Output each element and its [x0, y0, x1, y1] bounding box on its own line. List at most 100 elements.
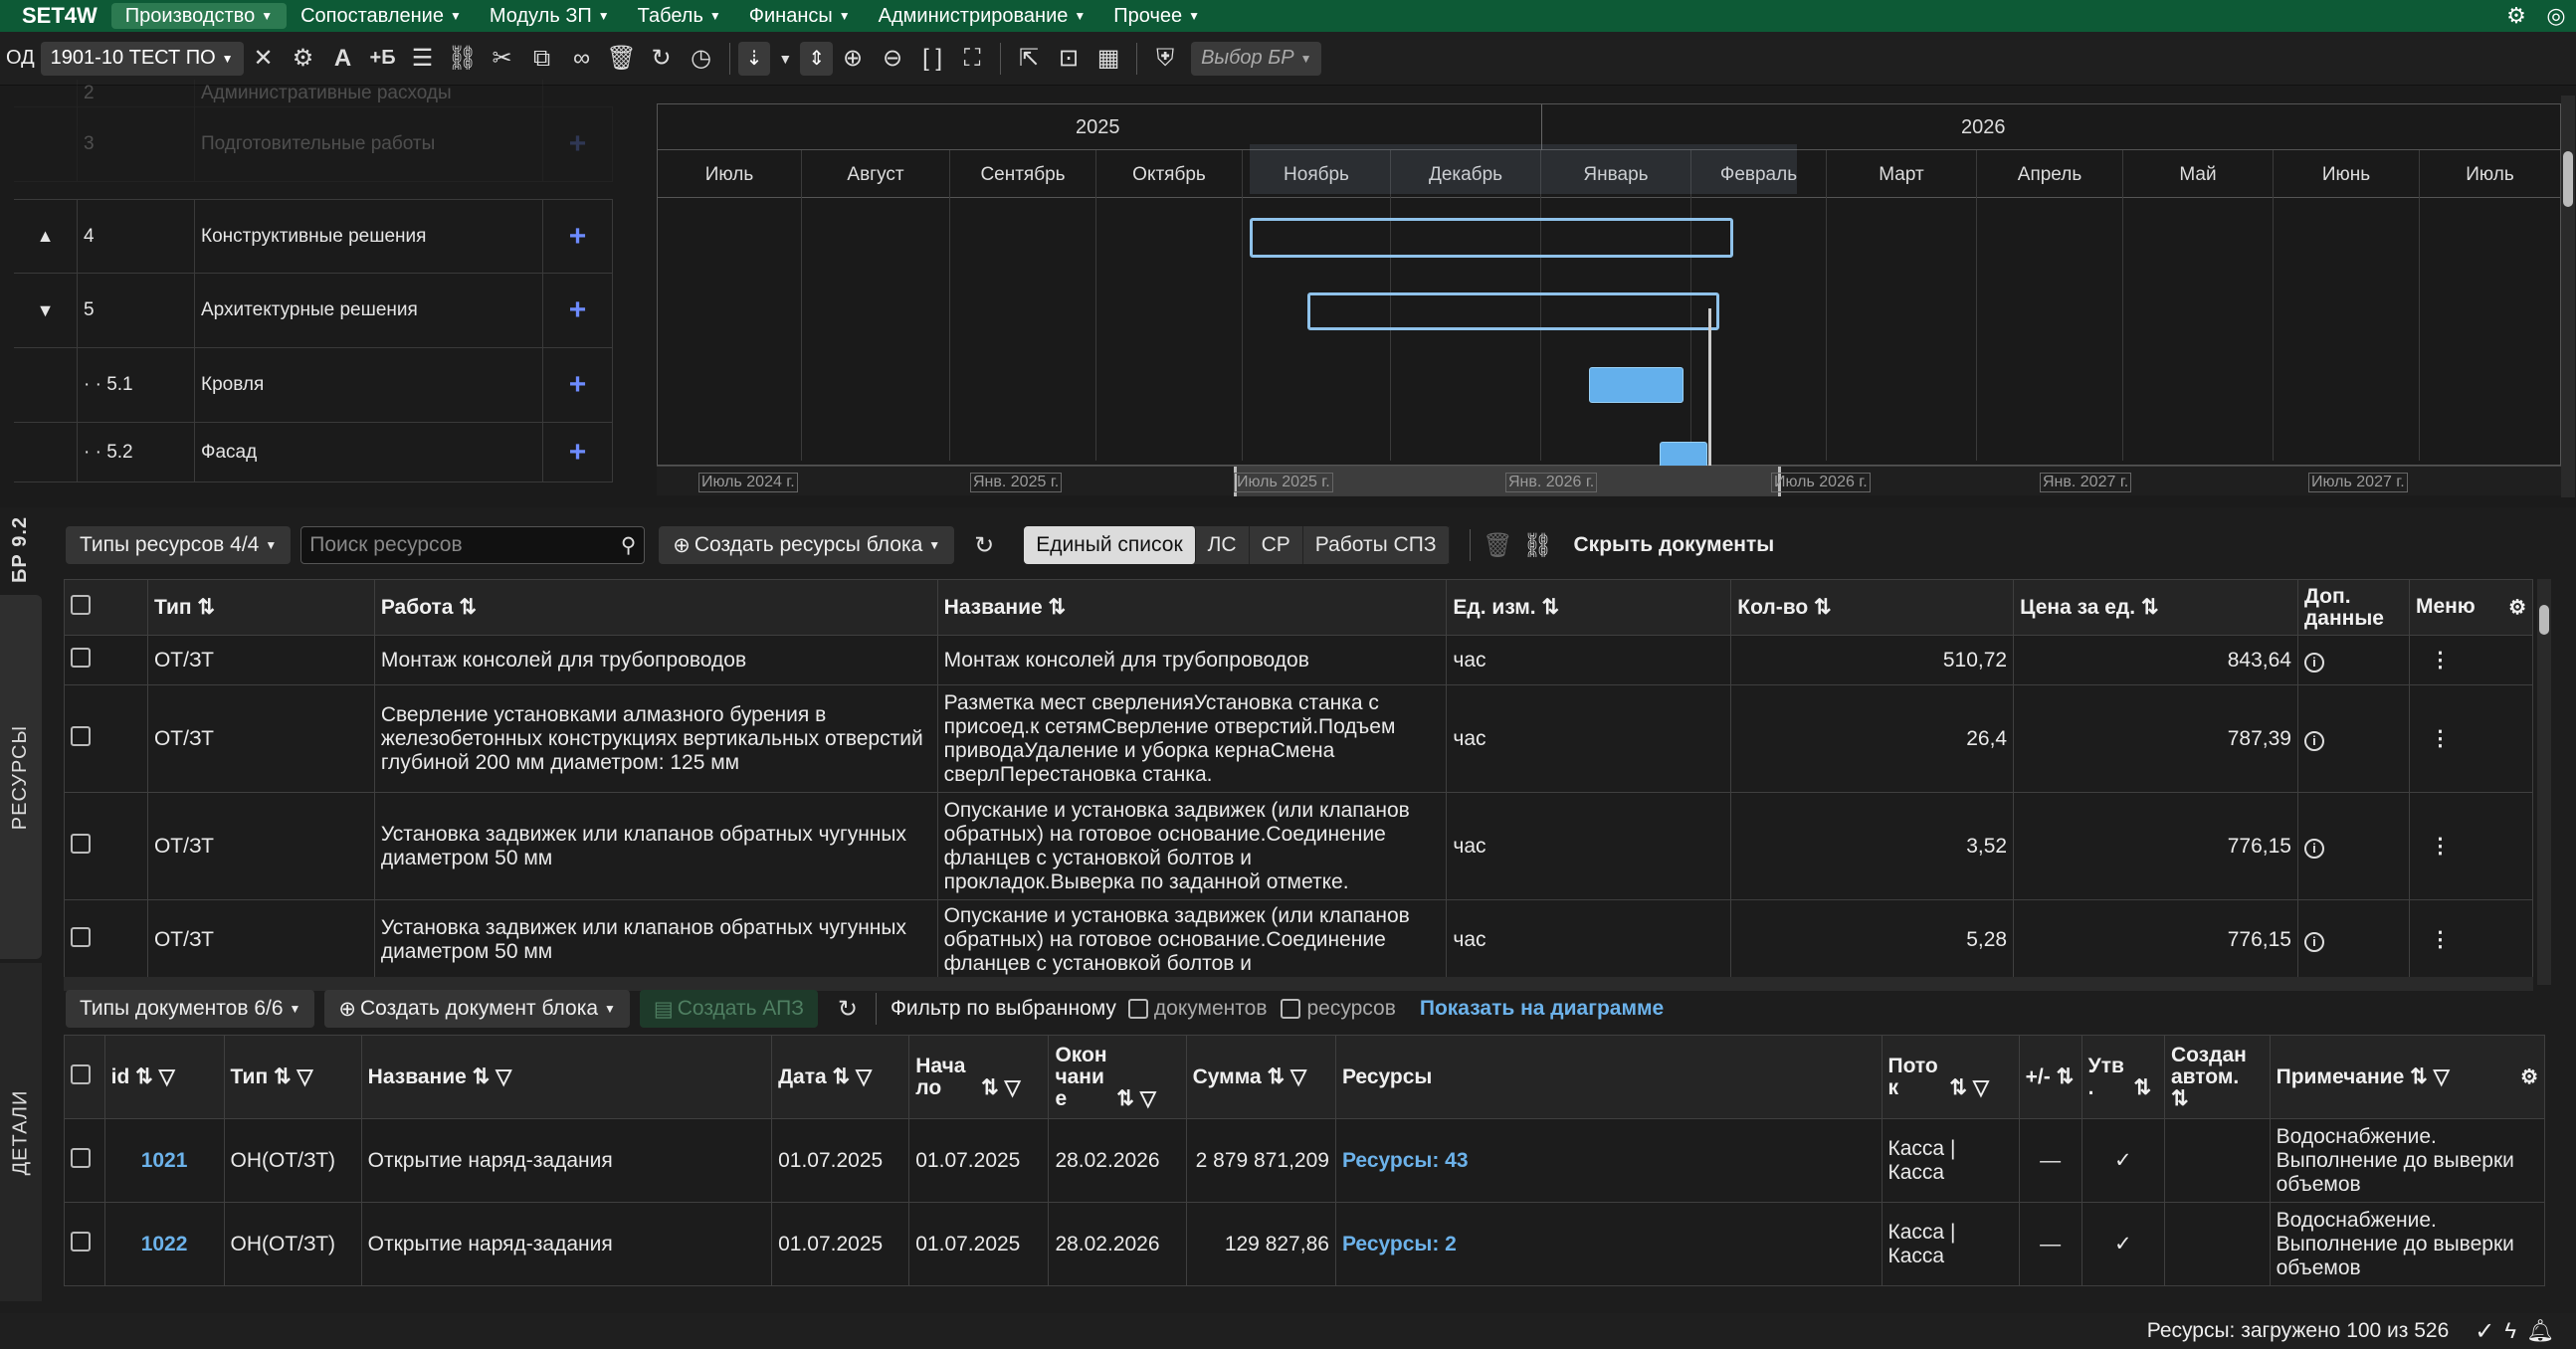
- chain-icon[interactable]: ∞: [562, 39, 602, 79]
- menu-other[interactable]: Прочее ▼: [1099, 3, 1214, 29]
- check-icon[interactable]: ✓: [2475, 1317, 2494, 1346]
- row-checkbox[interactable]: [64, 1202, 105, 1286]
- sort-icon[interactable]: ⇅: [833, 1065, 851, 1088]
- caret-down-icon[interactable]: ▼: [770, 39, 800, 79]
- refresh-icon[interactable]: ↻: [642, 39, 682, 79]
- sort-icon[interactable]: ⇅: [2057, 1065, 2075, 1088]
- col-unit[interactable]: Ед. изм. ⇅: [1446, 579, 1732, 636]
- select-br-dropdown[interactable]: Выбор БР ▼: [1191, 41, 1322, 76]
- expand-icon[interactable]: ⇕: [800, 41, 834, 76]
- sort-icon[interactable]: ⇅: [2410, 1065, 2428, 1088]
- sort-icon[interactable]: ⇅: [1949, 1076, 1967, 1099]
- trash-icon[interactable]: 🗑: [602, 39, 642, 79]
- sort-icon[interactable]: ⇅: [2141, 596, 2159, 619]
- view-spz[interactable]: Работы СПЗ: [1303, 526, 1450, 564]
- add-task-icon[interactable]: +: [543, 274, 613, 347]
- sort-icon[interactable]: ⇅: [459, 596, 477, 619]
- sort-icon[interactable]: ⇅: [473, 1065, 491, 1088]
- gear-icon[interactable]: ⚙: [2508, 595, 2526, 620]
- sort-icon[interactable]: ⇅: [1049, 596, 1067, 619]
- tab-details[interactable]: ДЕТАЛИ: [0, 963, 42, 1301]
- tab-resources[interactable]: РЕСУРСЫ: [0, 595, 42, 959]
- filter-icon[interactable]: ▽: [297, 1065, 312, 1088]
- unlink-icon[interactable]: ✂: [483, 39, 522, 79]
- table-row[interactable]: 1021 ОН(ОТ/ЗТ) Открытие наряд-задания 01…: [64, 1118, 2546, 1203]
- row-checkbox[interactable]: [64, 1118, 105, 1203]
- menu-production[interactable]: Производство ▼: [110, 3, 288, 29]
- info-icon[interactable]: i: [2296, 792, 2410, 900]
- gear-icon[interactable]: ⚙: [2520, 1064, 2538, 1089]
- zoom-out-icon[interactable]: ⊖: [873, 39, 912, 79]
- table-row[interactable]: ОТ/ЗТ Монтаж консолей для трубопроводов …: [64, 635, 2534, 685]
- link-icon[interactable]: ⛓: [443, 39, 483, 79]
- resource-search-input[interactable]: Поиск ресурсов ⚲: [300, 526, 646, 564]
- row-checkbox[interactable]: [64, 792, 148, 900]
- refresh-icon[interactable]: ↻: [964, 525, 1004, 565]
- view-sr[interactable]: СР: [1250, 526, 1303, 564]
- row-menu-icon[interactable]: ⋮: [2408, 684, 2534, 793]
- menu-timesheet[interactable]: Табель ▼: [624, 3, 735, 29]
- col-diff[interactable]: +/- ⇅: [2018, 1035, 2082, 1119]
- bell-icon[interactable]: 🔔︎: [2526, 1318, 2554, 1344]
- col-sum[interactable]: Сумма ⇅ ▽: [1185, 1035, 1336, 1119]
- col-type[interactable]: Тип ⇅ ▽: [223, 1035, 362, 1119]
- col-date[interactable]: Дата ⇅ ▽: [771, 1035, 910, 1119]
- screenshot-icon[interactable]: ⊡: [1049, 39, 1089, 79]
- row-menu-icon[interactable]: ⋮: [2408, 635, 2534, 685]
- filter-icon[interactable]: ▽: [1973, 1076, 1989, 1099]
- tab-br[interactable]: БР 9.2: [0, 507, 42, 591]
- gantt-bar-summary[interactable]: [1250, 218, 1733, 258]
- table-row[interactable]: ОТ/ЗТ Установка задвижек или клапанов об…: [64, 899, 2534, 980]
- hide-documents-button[interactable]: Скрыть документы: [1568, 533, 1781, 557]
- app-logo[interactable]: SET4W: [0, 3, 111, 29]
- create-document-button[interactable]: ⊕ Создать документ блока ▼: [324, 990, 630, 1028]
- add-b-icon[interactable]: +Б: [363, 39, 403, 79]
- resources-link[interactable]: Ресурсы: 2: [1334, 1202, 1882, 1286]
- add-task-icon[interactable]: +: [543, 423, 613, 482]
- col-id[interactable]: id ⇅ ▽: [103, 1035, 225, 1119]
- task-row[interactable]: · · 5.2 Фасад +: [14, 423, 613, 482]
- info-icon[interactable]: i: [2296, 635, 2410, 685]
- filter-icon[interactable]: ▽: [1290, 1065, 1306, 1088]
- sort-icon[interactable]: ⇅: [1267, 1065, 1285, 1088]
- list-indent-icon[interactable]: ☰: [403, 39, 443, 79]
- gantt-bar-summary[interactable]: [1307, 292, 1719, 330]
- collapse-toggle-icon[interactable]: ▲: [14, 200, 78, 273]
- text-a-icon[interactable]: A: [323, 39, 363, 79]
- gantt-bar-task[interactable]: [1589, 367, 1684, 403]
- refresh-icon[interactable]: ↻: [828, 989, 868, 1029]
- col-note[interactable]: Примечание ⇅ ▽ ⚙: [2269, 1035, 2546, 1119]
- collapse-icon[interactable]: ⇣: [737, 41, 771, 76]
- col-name[interactable]: Название ⇅: [936, 579, 1448, 636]
- close-icon[interactable]: ✕: [244, 39, 284, 79]
- dashed-link-icon[interactable]: ⧉: [522, 39, 562, 79]
- view-ls[interactable]: ЛС: [1196, 526, 1250, 564]
- filter-icon[interactable]: ▽: [1005, 1076, 1021, 1099]
- filter-icon[interactable]: ▽: [1140, 1087, 1156, 1110]
- clock-icon[interactable]: ◷: [682, 39, 721, 79]
- sort-icon[interactable]: ⇅: [981, 1076, 999, 1099]
- fit-brackets-icon[interactable]: [ ]: [912, 39, 952, 79]
- menu-salary[interactable]: Модуль ЗП ▼: [476, 3, 624, 29]
- col-qty[interactable]: Кол-во ⇅: [1730, 579, 2015, 636]
- filter-docs-checkbox[interactable]: [1127, 999, 1148, 1019]
- doc-id-link[interactable]: 1022: [103, 1202, 225, 1286]
- col-price[interactable]: Цена за ед. ⇅: [2013, 579, 2298, 636]
- view-unified[interactable]: Единый список: [1024, 526, 1196, 564]
- col-approved[interactable]: Утв . ⇅: [2081, 1035, 2165, 1119]
- sort-icon[interactable]: ⇅: [197, 596, 215, 619]
- sort-icon[interactable]: ⇅: [135, 1065, 153, 1088]
- table-row[interactable]: ОТ/ЗТ Установка задвижек или клапанов об…: [64, 792, 2534, 900]
- filter-icon[interactable]: ▽: [495, 1065, 511, 1088]
- doc-id-link[interactable]: 1021: [103, 1118, 225, 1203]
- scrollbar-thumb[interactable]: [2563, 151, 2573, 207]
- sort-icon[interactable]: ⇅: [2134, 1076, 2152, 1099]
- project-select[interactable]: 1901-10 ТЕСТ ПО ▼: [40, 41, 244, 76]
- col-type[interactable]: Тип ⇅: [146, 579, 375, 636]
- row-checkbox[interactable]: [64, 684, 148, 793]
- expand-toggle-icon[interactable]: ▼: [14, 274, 78, 347]
- resource-types-button[interactable]: Типы ресурсов 4/4 ▼: [66, 526, 292, 564]
- table-row[interactable]: ОТ/ЗТ Сверление установками алмазного бу…: [64, 684, 2534, 793]
- fullscreen-icon[interactable]: ⛶: [952, 39, 992, 79]
- menu-finance[interactable]: Финансы ▼: [735, 3, 865, 29]
